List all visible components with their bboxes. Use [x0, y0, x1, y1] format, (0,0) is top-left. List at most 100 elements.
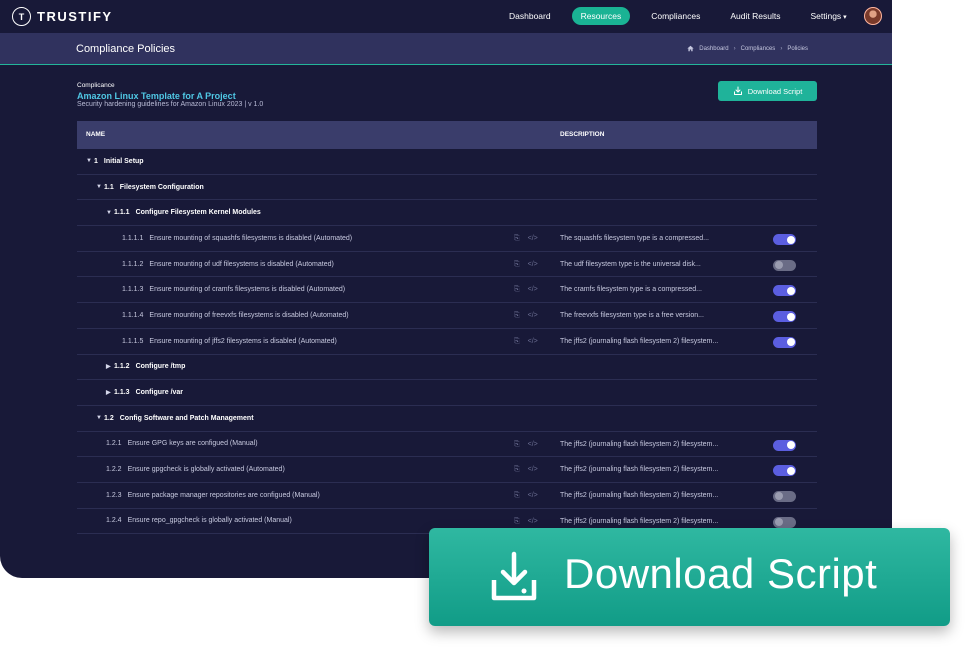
policy-toggle[interactable]	[773, 259, 796, 271]
table-row[interactable]: 1.1.1.5 Ensure mounting of jffs2 filesyst…	[77, 329, 817, 355]
copy-icon[interactable]: ⎘	[514, 235, 520, 243]
row-number: 1.1	[104, 183, 114, 191]
download-script-label: Download Script	[747, 86, 803, 96]
row-name: Initial Setup	[103, 157, 144, 165]
table-group-row[interactable]: ▼ 1 Initial Setup	[77, 149, 817, 175]
row-number: 1.2	[104, 414, 114, 422]
row-description: The jffs2 (journaling flash filesystem 2…	[560, 440, 719, 448]
row-name: Ensure gpgcheck is globally activated (A…	[127, 466, 285, 474]
table-group-row[interactable]: ▶ 1.1.2 Configure /tmp	[77, 355, 817, 381]
row-actions: ⎘ </>	[514, 286, 538, 294]
copy-icon[interactable]: ⎘	[514, 338, 520, 346]
page-header: Compliance Policies Dashboard › Complian…	[0, 33, 892, 65]
table-group-row[interactable]: ▶ 1.1.3 Configure /var	[77, 380, 817, 406]
row-description: The freevxfs filesystem type is a free v…	[560, 312, 704, 320]
table-row[interactable]: 1.2.3 Ensure package manager repositories…	[77, 483, 817, 509]
download-script-cta-label: Download Script	[564, 550, 878, 597]
code-icon[interactable]: </>	[528, 492, 538, 500]
table-row[interactable]: 1.1.1.3 Ensure mounting of cramfs filesys…	[77, 277, 817, 304]
copy-icon[interactable]: ⎘	[514, 261, 520, 269]
table-group-row[interactable]: ▼ 1.2 Config Software and Patch Management	[77, 406, 817, 432]
copy-icon[interactable]: ⎘	[514, 492, 520, 500]
breadcrumb-separator: ›	[733, 45, 736, 52]
table-header: NAME DESCRIPTION	[77, 121, 817, 149]
code-icon[interactable]: </>	[528, 235, 538, 243]
row-actions: ⎘ </>	[514, 492, 538, 500]
row-description: The udf filesystem type is the universal…	[560, 260, 701, 268]
top-navigation: T TRUSTIFY Dashboard Resources Complianc…	[0, 0, 892, 33]
code-icon[interactable]: </>	[528, 466, 538, 474]
code-icon[interactable]: </>	[528, 518, 538, 526]
row-name: Config Software and Patch Management	[119, 414, 254, 422]
code-icon[interactable]: </>	[528, 261, 538, 269]
table-group-row[interactable]: ▼ 1.1.1 Configure Filesystem Kernel Module…	[77, 200, 817, 227]
row-description: The jffs2 (journaling flash filesystem 2…	[560, 517, 719, 525]
table-row[interactable]: 1.1.1.1 Ensure mounting of squashfs files…	[77, 226, 817, 252]
row-actions: ⎘ </>	[514, 261, 538, 269]
policy-toggle[interactable]	[773, 439, 796, 451]
breadcrumb-compliances[interactable]: Compliances	[741, 46, 776, 52]
breadcrumb-separator: ›	[780, 45, 783, 52]
policy-toggle[interactable]	[773, 465, 796, 477]
row-name: Ensure mounting of freevxfs filesystems …	[149, 311, 349, 319]
caret-down-icon[interactable]: ▼	[86, 158, 94, 164]
row-name: Configure /tmp	[135, 363, 186, 371]
row-number: 1.2.1	[106, 440, 122, 448]
nav-settings[interactable]: Settings	[801, 7, 855, 25]
home-icon	[687, 45, 694, 52]
row-name: Ensure mounting of squashfs filesystems …	[149, 234, 353, 242]
table-row[interactable]: 1.2.2 Ensure gpgcheck is globally activat…	[77, 457, 817, 483]
copy-icon[interactable]: ⎘	[514, 312, 520, 320]
download-script-button[interactable]: Download Script	[718, 81, 817, 101]
caret-down-icon[interactable]: ▼	[96, 415, 104, 421]
copy-icon[interactable]: ⎘	[514, 518, 520, 526]
code-icon[interactable]: </>	[528, 338, 538, 346]
policy-toggle[interactable]	[773, 336, 796, 348]
nav-resources[interactable]: Resources	[571, 7, 631, 25]
copy-icon[interactable]: ⎘	[514, 286, 520, 294]
policy-toggle[interactable]	[773, 285, 796, 297]
policy-toggle[interactable]	[773, 490, 796, 502]
row-description: The cramfs filesystem type is a compress…	[560, 286, 702, 294]
copy-icon[interactable]: ⎘	[514, 466, 520, 474]
code-icon[interactable]: </>	[528, 441, 538, 449]
row-number: 1.1.1.3	[122, 286, 144, 294]
row-number: 1.1.1.1	[122, 234, 144, 242]
caret-down-icon[interactable]: ▼	[106, 210, 114, 216]
nav-dashboard[interactable]: Dashboard	[500, 7, 560, 25]
column-description[interactable]: DESCRIPTION	[560, 131, 604, 138]
policy-toggle[interactable]	[773, 516, 796, 528]
row-description: The jffs2 (journaling flash filesystem 2…	[560, 466, 719, 474]
breadcrumb-policies: Policies	[787, 45, 808, 52]
code-icon[interactable]: </>	[528, 312, 538, 320]
template-name[interactable]: Amazon Linux Template for A Project	[77, 91, 236, 101]
row-name: Ensure mounting of udf filesystems is di…	[149, 260, 334, 268]
breadcrumb-dashboard[interactable]: Dashboard	[699, 46, 728, 52]
row-number: 1.2.2	[106, 466, 122, 474]
table-row[interactable]: 1.2.1 Ensure GPG keys are configued (Manu…	[77, 432, 817, 458]
caret-right-icon[interactable]: ▶	[106, 389, 114, 396]
caret-right-icon[interactable]: ▶	[106, 363, 114, 370]
row-name: Filesystem Configuration	[119, 183, 204, 191]
row-number: 1.2.3	[106, 491, 122, 499]
avatar[interactable]	[864, 7, 882, 25]
table-row[interactable]: 1.1.1.4 Ensure mounting of freevxfs files…	[77, 303, 817, 329]
row-name: Ensure repo_gpgcheck is globally activat…	[127, 517, 292, 525]
nav-audit-results[interactable]: Audit Results	[721, 7, 789, 25]
nav-compliances[interactable]: Compliances	[642, 7, 709, 25]
policy-toggle[interactable]	[773, 234, 796, 246]
download-script-cta[interactable]: Download Script	[429, 528, 950, 626]
copy-icon[interactable]: ⎘	[514, 441, 520, 449]
brand-logo[interactable]: T TRUSTIFY	[12, 7, 113, 26]
policy-toggle[interactable]	[773, 311, 796, 323]
row-number: 1.1.1	[114, 209, 130, 217]
column-name[interactable]: NAME	[86, 131, 105, 138]
row-name: Ensure GPG keys are configued (Manual)	[127, 440, 258, 448]
table-row[interactable]: 1.1.1.2 Ensure mounting of udf filesystem…	[77, 252, 817, 278]
code-icon[interactable]: </>	[528, 286, 538, 294]
row-name: Configure /var	[135, 389, 184, 397]
breadcrumb: Dashboard › Compliances › Policies	[687, 45, 808, 52]
caret-down-icon[interactable]: ▼	[96, 184, 104, 190]
table-group-row[interactable]: ▼ 1.1 Filesystem Configuration	[77, 175, 817, 201]
row-name: Ensure mounting of jffs2 filesystems is …	[149, 337, 337, 345]
